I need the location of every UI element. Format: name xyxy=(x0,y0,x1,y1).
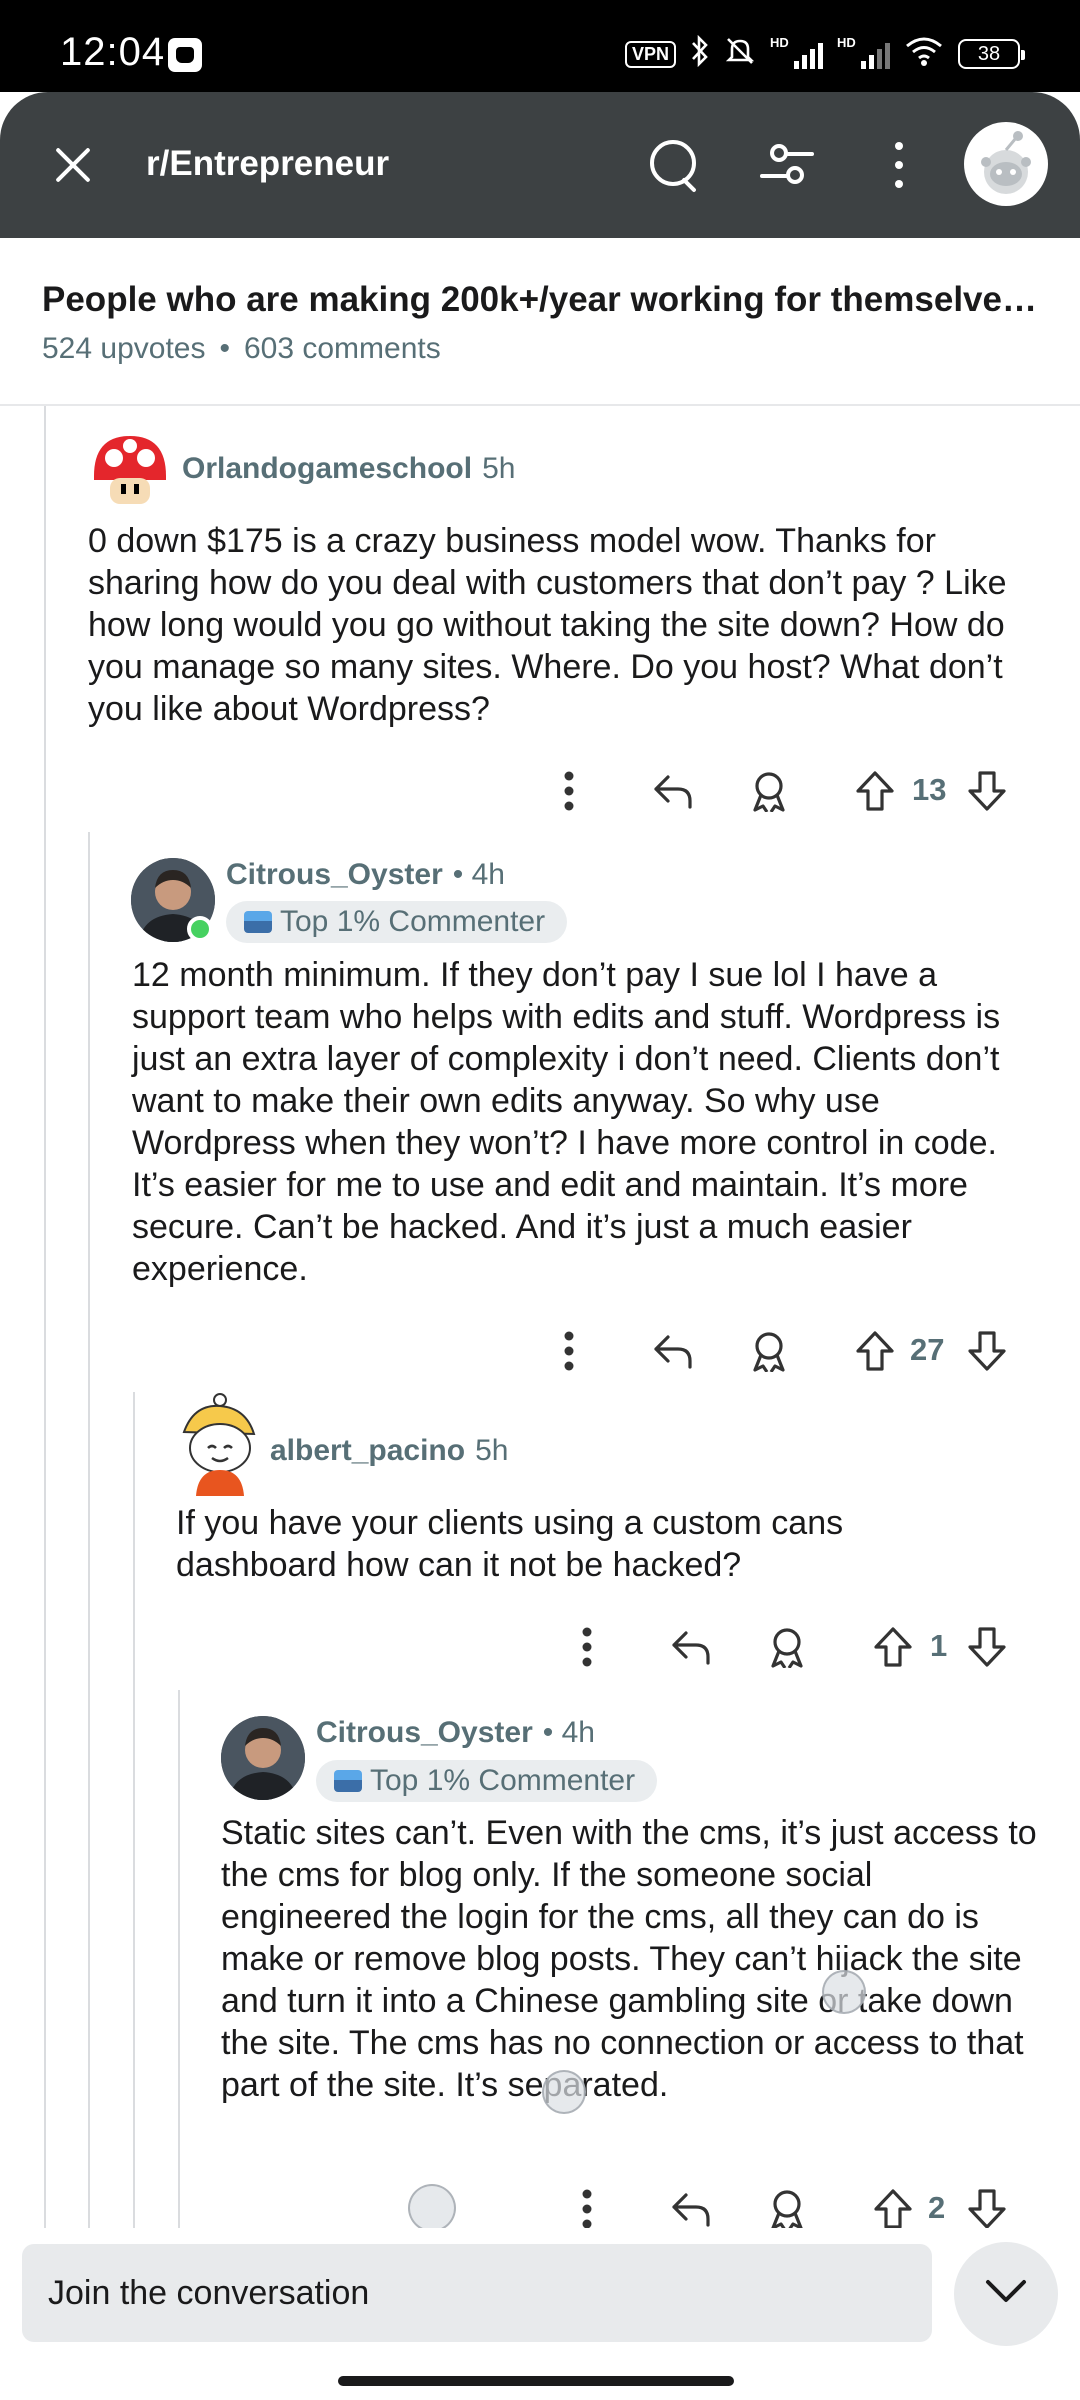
more-options-icon[interactable] xyxy=(868,134,930,196)
reply-icon[interactable] xyxy=(644,766,702,816)
home-indicator[interactable] xyxy=(338,2376,734,2386)
comment-author[interactable]: Orlandogameschool xyxy=(182,452,472,486)
filter-icon[interactable] xyxy=(756,134,818,196)
comment-time: 5h xyxy=(482,452,516,485)
user-avatar[interactable] xyxy=(964,122,1048,206)
more-icon[interactable] xyxy=(558,2184,616,2234)
thread-line-level-2[interactable] xyxy=(88,832,90,2228)
status-time: 12:04 xyxy=(60,30,166,74)
comment-actions: 2 xyxy=(558,2184,1020,2234)
collapse-button[interactable] xyxy=(954,2242,1058,2346)
downvote-icon[interactable] xyxy=(958,766,1016,816)
user-flair: Top 1% Commenter xyxy=(226,901,568,943)
downvote-icon[interactable] xyxy=(958,2184,1016,2234)
vote-count: 27 xyxy=(910,1332,945,1367)
upvote-count: 524 upvotes xyxy=(42,332,206,365)
comment-actions: 1 xyxy=(558,1622,1020,1672)
upvote-icon[interactable] xyxy=(864,1622,922,1672)
comment-body: 12 month minimum. If they don’t pay I su… xyxy=(132,956,1001,1288)
comment-count: 603 comments xyxy=(243,332,441,365)
online-status-dot xyxy=(187,916,213,942)
comment-author[interactable]: albert_pacino xyxy=(270,1434,465,1468)
bluetooth-icon xyxy=(690,34,710,74)
award-icon[interactable] xyxy=(740,1326,798,1376)
upvote-icon[interactable] xyxy=(846,1326,904,1376)
comment-author[interactable]: Citrous_Oyster xyxy=(226,858,443,892)
post-header[interactable]: People who are making 200k+/year working… xyxy=(0,238,1080,406)
touch-indicator xyxy=(408,2184,456,2232)
battery-icon: 38 xyxy=(958,39,1025,69)
notification-app-icon xyxy=(168,38,202,72)
downvote-icon[interactable] xyxy=(958,1622,1016,1672)
reply-icon[interactable] xyxy=(644,1326,702,1376)
comment-time: • 4h xyxy=(452,858,505,891)
reply-icon[interactable] xyxy=(662,1622,720,1672)
user-flair: Top 1% Commenter xyxy=(316,1760,658,1802)
chevron-down-icon xyxy=(986,2280,1026,2302)
subreddit-name[interactable]: r/Entrepreneur xyxy=(146,144,389,184)
mute-bell-icon xyxy=(724,35,756,74)
search-icon[interactable] xyxy=(644,134,706,196)
close-icon[interactable] xyxy=(44,136,102,194)
award-icon[interactable] xyxy=(758,1622,816,1672)
flair-label: Top 1% Commenter xyxy=(370,1764,636,1797)
meta-separator: • xyxy=(219,332,230,365)
post-title[interactable]: People who are making 200k+/year working… xyxy=(42,280,1042,320)
wifi-icon xyxy=(904,35,944,74)
commenter-badge-icon xyxy=(334,1770,362,1792)
more-icon[interactable] xyxy=(540,1326,598,1376)
comment-time: • 4h xyxy=(542,1716,595,1749)
vote-count: 13 xyxy=(912,772,947,807)
comment-body: If you have your clients using a custom … xyxy=(176,1504,844,1584)
award-icon[interactable] xyxy=(740,766,798,816)
more-icon[interactable] xyxy=(540,766,598,816)
reply-composer: Join the conversation xyxy=(0,2228,1080,2400)
thread-line-level-3[interactable] xyxy=(133,1392,135,2228)
thread-line-level-4[interactable] xyxy=(178,1690,180,2228)
app-header: r/Entrepreneur xyxy=(0,92,1080,238)
avatar[interactable] xyxy=(174,1392,260,1496)
upvote-icon[interactable] xyxy=(864,2184,922,2234)
more-icon[interactable] xyxy=(558,1622,616,1672)
comment-author[interactable]: Citrous_Oyster xyxy=(316,1716,533,1750)
status-icons: VPN HD HD 38 xyxy=(624,34,1025,74)
award-icon[interactable] xyxy=(758,2184,816,2234)
downvote-icon[interactable] xyxy=(958,1326,1016,1376)
comment-actions: 27 xyxy=(540,1326,1020,1376)
avatar[interactable] xyxy=(221,1716,305,1800)
comment-body: Static sites can’t. Even with the cms, i… xyxy=(221,1814,1037,2104)
touch-indicator xyxy=(822,1970,866,2014)
thread-line-level-1[interactable] xyxy=(44,406,46,2228)
vote-count: 1 xyxy=(930,1628,948,1663)
touch-indicator xyxy=(542,2070,586,2114)
reply-icon[interactable] xyxy=(662,2184,720,2234)
signal-icon-1: HD xyxy=(770,35,823,69)
vpn-icon: VPN xyxy=(624,40,676,68)
post-meta: 524 upvotes • 603 comments xyxy=(42,332,441,366)
vote-count: 2 xyxy=(928,2190,946,2225)
signal-icon-2: HD xyxy=(837,35,890,69)
comment-time: 5h xyxy=(475,1434,509,1467)
status-bar: 12:04 VPN HD HD 38 xyxy=(0,0,1080,92)
upvote-icon[interactable] xyxy=(846,766,904,816)
commenter-badge-icon xyxy=(244,911,272,933)
avatar[interactable] xyxy=(88,430,172,514)
comment-actions: 13 xyxy=(540,766,1020,816)
join-conversation-input[interactable]: Join the conversation xyxy=(22,2244,932,2342)
flair-label: Top 1% Commenter xyxy=(280,905,546,938)
comment-body: 0 down $175 is a crazy business model wo… xyxy=(88,522,1007,728)
